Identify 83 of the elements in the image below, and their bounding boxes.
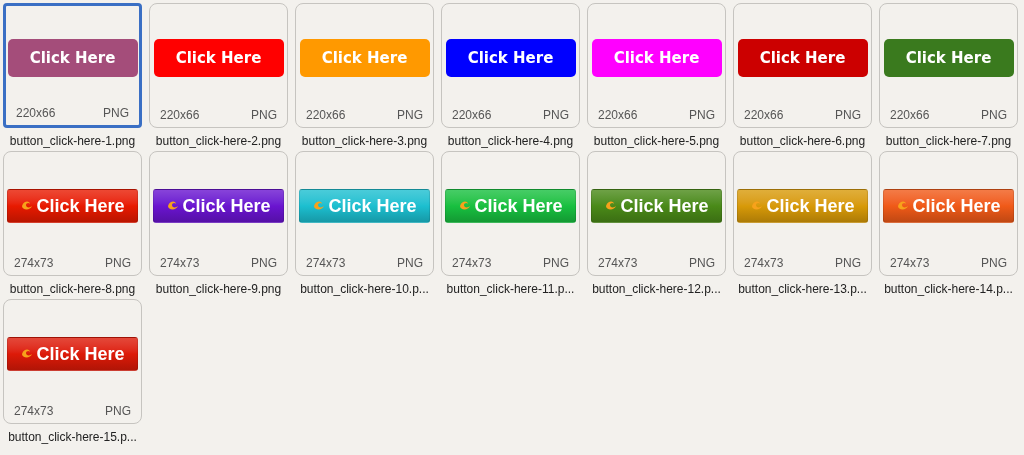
file-type: PNG [251,107,277,124]
file-type: PNG [981,107,1007,124]
file-name: button_click-here-2.png [155,134,282,148]
image-dimensions: 274x73 [14,255,54,272]
file-type: PNG [835,255,861,272]
swirl-icon [20,200,35,212]
button-preview: Click Here [7,189,138,223]
file-type: PNG [543,107,569,124]
swirl-icon [458,200,473,212]
file-tile[interactable]: Click Here 274x73 PNG [295,151,434,276]
image-dimensions: 274x73 [452,255,492,272]
button-preview: Click Here [737,189,868,223]
image-dimensions: 220x66 [598,107,638,124]
button-preview: Click Here [7,39,138,77]
file-tile[interactable]: Click Here 274x73 PNG [3,151,142,276]
file-tile[interactable]: Click Here 274x73 PNG [441,151,580,276]
file-name: button_click-here-10.p... [300,282,429,296]
swirl-icon [896,200,911,212]
image-dimensions: 220x66 [890,107,930,124]
file-type: PNG [835,107,861,124]
file-type: PNG [981,255,1007,272]
file-tile[interactable]: Click Here 220x66 PNG [295,3,434,128]
file-name: button_click-here-6.png [739,134,866,148]
image-dimensions: 274x73 [14,403,54,420]
swirl-icon [312,200,327,212]
file-name: button_click-here-11.p... [446,282,575,296]
image-dimensions: 274x73 [160,255,200,272]
button-preview: Click Here [153,39,284,77]
file-name: button_click-here-4.png [447,134,574,148]
file-name: button_click-here-14.p... [884,282,1013,296]
image-dimensions: 220x66 [160,107,200,124]
button-preview: Click Here [737,39,868,77]
file-type: PNG [543,255,569,272]
file-name: button_click-here-13.p... [738,282,867,296]
file-type: PNG [397,107,423,124]
file-name: button_click-here-15.p... [8,430,137,444]
file-name: button_click-here-5.png [593,134,720,148]
file-tile[interactable]: Click Here 220x66 PNG [3,3,142,128]
file-type: PNG [397,255,423,272]
image-dimensions: 274x73 [890,255,930,272]
button-preview: Click Here [299,39,430,77]
button-preview: Click Here [445,189,576,223]
file-tile[interactable]: Click Here 274x73 PNG [3,299,142,424]
file-tile[interactable]: Click Here 220x66 PNG [149,3,288,128]
button-preview: Click Here [153,189,284,223]
file-tile[interactable]: Click Here 220x66 PNG [441,3,580,128]
file-name: button_click-here-1.png [9,134,136,148]
file-type: PNG [251,255,277,272]
button-preview: Click Here [591,39,722,77]
swirl-icon [166,200,181,212]
button-preview: Click Here [445,39,576,77]
file-type: PNG [105,255,131,272]
button-preview: Click Here [7,337,138,371]
file-tile[interactable]: Click Here 274x73 PNG [587,151,726,276]
file-type: PNG [689,107,715,124]
swirl-icon [750,200,765,212]
file-tile[interactable]: Click Here 274x73 PNG [149,151,288,276]
file-type: PNG [689,255,715,272]
file-name: button_click-here-9.png [155,282,282,296]
file-tile[interactable]: Click Here 274x73 PNG [733,151,872,276]
file-name: button_click-here-12.p... [592,282,721,296]
button-preview: Click Here [299,189,430,223]
image-dimensions: 220x66 [306,107,346,124]
file-type: PNG [105,403,131,420]
button-preview: Click Here [591,189,722,223]
image-dimensions: 220x66 [744,107,784,124]
file-tile[interactable]: Click Here 220x66 PNG [879,3,1018,128]
file-name: button_click-here-8.png [9,282,136,296]
image-dimensions: 274x73 [598,255,638,272]
file-type: PNG [103,105,129,122]
file-name: button_click-here-7.png [885,134,1012,148]
swirl-icon [20,348,35,360]
image-dimensions: 274x73 [744,255,784,272]
image-dimensions: 220x66 [452,107,492,124]
swirl-icon [604,200,619,212]
file-tile[interactable]: Click Here 274x73 PNG [879,151,1018,276]
button-preview: Click Here [883,39,1014,77]
file-name: button_click-here-3.png [301,134,428,148]
image-dimensions: 274x73 [306,255,346,272]
file-tile[interactable]: Click Here 220x66 PNG [587,3,726,128]
file-tile[interactable]: Click Here 220x66 PNG [733,3,872,128]
button-preview: Click Here [883,189,1014,223]
image-dimensions: 220x66 [16,105,56,122]
